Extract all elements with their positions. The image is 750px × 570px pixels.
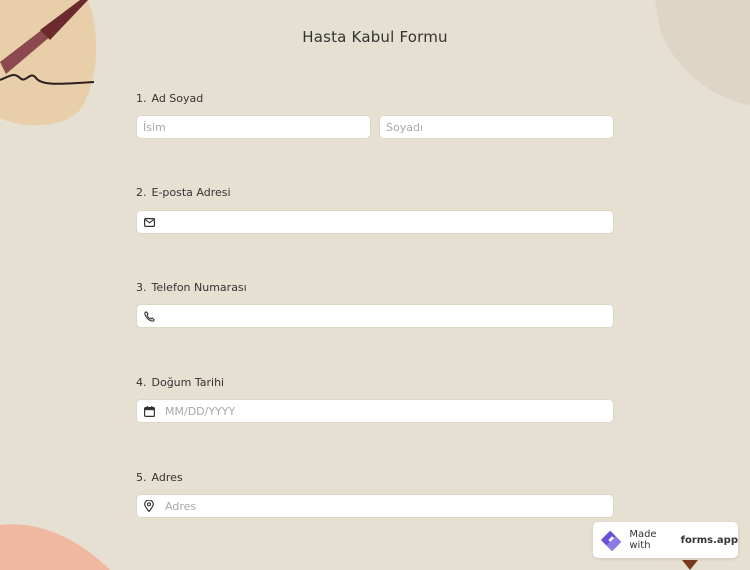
last-name-placeholder: Soyadı [386,120,424,134]
question-label-name: 1. Ad Soyad [136,92,203,105]
birthdate-input[interactable]: MM/DD/YYYY [136,399,614,423]
question-label-phone: 3. Telefon Numarası [136,281,247,294]
decorative-brush-illustration [0,0,97,126]
question-text: Telefon Numarası [151,281,247,294]
badge-brand: forms.app [680,534,738,546]
address-placeholder: Adres [165,499,197,513]
question-text: Doğum Tarihi [151,376,225,389]
email-input[interactable] [136,210,614,234]
birthdate-placeholder: MM/DD/YYYY [165,404,236,418]
question-number: 5. [136,471,147,484]
question-text: Adres [151,471,183,484]
first-name-input[interactable]: İsim [136,115,371,139]
question-number: 3. [136,281,147,294]
address-input[interactable]: Adres [136,494,614,518]
envelope-icon [137,211,161,233]
phone-input[interactable] [136,304,614,328]
decorative-corner-shape-top-right [655,0,750,105]
question-text: Ad Soyad [151,92,204,105]
question-number: 2. [136,186,147,199]
question-number: 1. [136,92,147,105]
location-pin-icon [137,495,161,517]
question-label-birthdate: 4. Doğum Tarihi [136,376,224,389]
phone-icon [137,305,161,327]
form-title: Hasta Kabul Formu [302,28,448,46]
question-number: 4. [136,376,147,389]
forms-app-logo [600,530,622,552]
made-with-forms-app-badge[interactable]: Made with forms.app [593,522,738,558]
decorative-blob-bottom-left [0,524,110,570]
question-label-email: 2. E-posta Adresi [136,186,231,199]
calendar-icon [137,400,161,422]
last-name-input[interactable]: Soyadı [379,115,614,139]
question-text: E-posta Adresi [151,186,231,199]
question-label-address: 5. Adres [136,471,183,484]
badge-prefix: Made with [629,529,657,551]
first-name-placeholder: İsim [143,120,166,134]
